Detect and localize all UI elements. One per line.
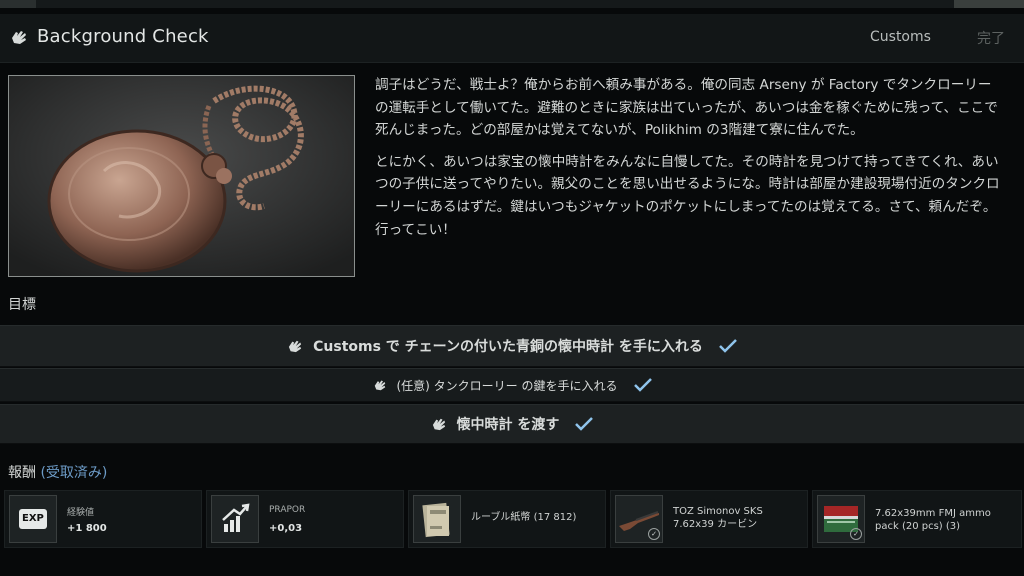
rewards-status: (受取済み) <box>40 465 108 481</box>
reward-text: 7.62x39mm FMJ ammo pack (20 pcs) (3) <box>875 508 991 532</box>
reward-value: +0,03 <box>269 523 303 534</box>
handshake-icon <box>12 31 26 44</box>
quest-header[interactable]: Background Check Customs 完了 <box>0 14 1024 63</box>
reward-text: ルーブル紙幣 (17 812) <box>471 512 577 523</box>
reward-item-exp[interactable]: EXP 経験値 +1 800 <box>4 490 202 548</box>
handshake-icon <box>374 380 385 391</box>
rewards-label: 報酬 <box>8 465 36 481</box>
quest-location: Customs <box>870 29 931 45</box>
description-paragraph-1: 調子はどうだ、戦士よ？俺からお前へ頼み事がある。俺の同志 Arseny が Fa… <box>375 77 998 139</box>
rewards-heading: 報酬 (受取済み) <box>8 462 107 482</box>
ammo-pack-icon: ✓ <box>817 495 865 543</box>
quest-description: 調子はどうだ、戦士よ？俺からお前へ頼み事がある。俺の同志 Arseny が Fa… <box>375 74 1000 250</box>
objective-text: Customs で チェーンの付いた青銅の懐中時計 を手に入れる <box>313 339 703 355</box>
checkmark-icon <box>718 339 737 353</box>
top-strip <box>0 0 1024 8</box>
reward-text: TOZ Simonov SKS 7.62x39 カービン <box>673 506 763 530</box>
exp-icon-text: EXP <box>22 513 44 524</box>
pocket-watch-illustration <box>9 76 354 276</box>
objective-text: 懐中時計 を渡す <box>456 417 560 433</box>
objectives-label: 目標 <box>8 297 36 313</box>
description-paragraph-2: とにかく、あいつは家宝の懐中時計をみんなに自慢してた。その時計を見つけて持ってき… <box>375 153 1000 238</box>
check-badge-icon: ✓ <box>648 528 660 540</box>
top-strip-left <box>0 0 36 8</box>
objective-text: (任意) タンクローリー の鍵を手に入れる <box>396 378 618 393</box>
rouble-notes-icon <box>413 495 461 543</box>
objective-row-optional[interactable]: (任意) タンクローリー の鍵を手に入れる <box>0 368 1024 402</box>
handshake-icon <box>289 340 302 353</box>
quest-status: 完了 <box>977 31 1005 47</box>
exp-icon: EXP <box>9 495 57 543</box>
reward-value: +1 800 <box>67 523 107 534</box>
reward-item-ammo[interactable]: ✓ 7.62x39mm FMJ ammo pack (20 pcs) (3) <box>812 490 1022 548</box>
reward-name: PRAPOR <box>269 505 306 515</box>
reward-name: 経験値 <box>67 508 95 518</box>
reward-item-reputation[interactable]: PRAPOR +0,03 <box>206 490 404 548</box>
handshake-icon <box>432 418 445 431</box>
reputation-up-icon <box>211 495 259 543</box>
checkmark-icon <box>633 378 652 392</box>
quest-image <box>8 75 355 277</box>
objective-row[interactable]: Customs で チェーンの付いた青銅の懐中時計 を手に入れる <box>0 325 1024 367</box>
reward-item-roubles[interactable]: ルーブル紙幣 (17 812) <box>408 490 606 548</box>
sks-rifle-icon: ✓ <box>615 495 663 543</box>
check-badge-icon: ✓ <box>850 528 862 540</box>
reward-item-sks[interactable]: ✓ TOZ Simonov SKS 7.62x39 カービン <box>610 490 808 548</box>
checkmark-icon <box>575 417 594 431</box>
quest-title: Background Check <box>37 26 209 47</box>
objective-row[interactable]: 懐中時計 を渡す <box>0 404 1024 444</box>
top-strip-right <box>954 0 1024 8</box>
